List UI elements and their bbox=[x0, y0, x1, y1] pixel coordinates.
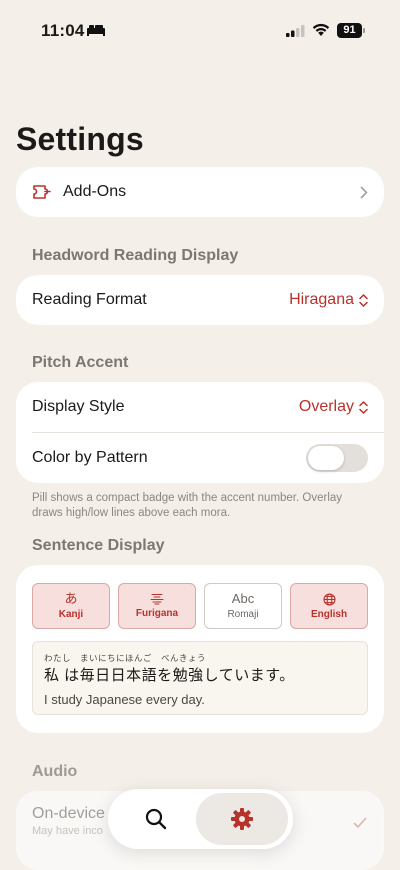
status-bar: 11:04 91 bbox=[0, 0, 400, 64]
headword-card: Reading Format Hiragana bbox=[16, 275, 384, 325]
english-sentence: I study Japanese every day. bbox=[44, 692, 205, 707]
page-title: Settings bbox=[16, 121, 144, 157]
section-header-audio: Audio bbox=[32, 763, 78, 780]
battery-indicator: 91 bbox=[337, 23, 362, 38]
reading-format-value: Hiragana bbox=[289, 291, 354, 308]
display-style-label: Display Style bbox=[32, 398, 125, 415]
bed-icon bbox=[87, 25, 105, 36]
sentence-card: あ Kanji Furigana Abc Romaji English わたし … bbox=[16, 565, 384, 733]
status-time: 11:04 bbox=[41, 21, 85, 40]
display-style-row[interactable]: Display Style Overlay bbox=[16, 382, 384, 432]
mode-button-romaji[interactable]: Abc Romaji bbox=[204, 583, 282, 629]
puzzle-ticket-icon bbox=[33, 185, 51, 199]
mode-label: Kanji bbox=[58, 609, 84, 620]
cellular-signal-icon bbox=[286, 25, 305, 37]
mode-label: Romaji bbox=[227, 609, 259, 620]
tab-bar bbox=[108, 789, 293, 849]
pitch-footnote: Pill shows a compact badge with the acce… bbox=[32, 492, 343, 519]
mode-label: English bbox=[310, 608, 348, 620]
color-by-pattern-row: Color by Pattern bbox=[16, 433, 384, 483]
battery-nub bbox=[363, 28, 365, 33]
addons-label: Add-Ons bbox=[63, 183, 127, 200]
gear-icon bbox=[231, 808, 253, 830]
reading-format-label: Reading Format bbox=[32, 291, 147, 308]
addons-row[interactable]: Add-Ons bbox=[16, 167, 384, 217]
section-header-pitch: Pitch Accent bbox=[32, 354, 129, 371]
wifi-icon bbox=[312, 23, 330, 36]
mode-button-english[interactable]: English bbox=[290, 583, 368, 629]
sentence-preview: わたし まいにちにほんご べんきょう 私 は毎日日本語を勉強しています。 I s… bbox=[32, 641, 368, 715]
display-style-picker[interactable]: Overlay bbox=[299, 398, 368, 416]
japanese-sentence: 私 は毎日日本語を勉強しています。 bbox=[44, 667, 295, 684]
tab-settings[interactable] bbox=[196, 793, 288, 845]
section-header-headword: Headword Reading Display bbox=[32, 247, 239, 264]
addons-card[interactable]: Add-Ons bbox=[16, 167, 384, 217]
chevron-right-icon bbox=[360, 186, 368, 198]
globe-icon bbox=[322, 592, 336, 606]
abc-icon: Abc bbox=[231, 591, 255, 606]
furigana-reading: わたし まいにちにほんご べんきょう bbox=[44, 653, 207, 663]
reading-format-row[interactable]: Reading Format Hiragana bbox=[16, 275, 384, 325]
toggle-knob bbox=[308, 446, 344, 470]
pitch-card: Display Style Overlay Color by Pattern bbox=[16, 382, 384, 483]
tab-search[interactable] bbox=[128, 802, 184, 836]
search-icon bbox=[145, 808, 167, 830]
sentence-mode-buttons: あ Kanji Furigana Abc Romaji English bbox=[32, 583, 368, 629]
text-lines-icon bbox=[150, 594, 164, 605]
hiragana-a-icon: あ bbox=[64, 591, 78, 606]
color-by-pattern-toggle[interactable] bbox=[306, 444, 368, 472]
mode-button-kanji[interactable]: あ Kanji bbox=[32, 583, 110, 629]
mode-button-furigana[interactable]: Furigana bbox=[118, 583, 196, 629]
chevron-up-down-icon bbox=[359, 293, 368, 307]
mode-label: Furigana bbox=[135, 608, 179, 619]
chevron-up-down-icon bbox=[359, 400, 368, 414]
color-by-pattern-label: Color by Pattern bbox=[32, 449, 148, 466]
display-style-value: Overlay bbox=[298, 398, 354, 415]
reading-format-picker[interactable]: Hiragana bbox=[289, 291, 368, 309]
section-header-sentence: Sentence Display bbox=[32, 537, 165, 554]
checkmark-icon bbox=[353, 817, 367, 828]
